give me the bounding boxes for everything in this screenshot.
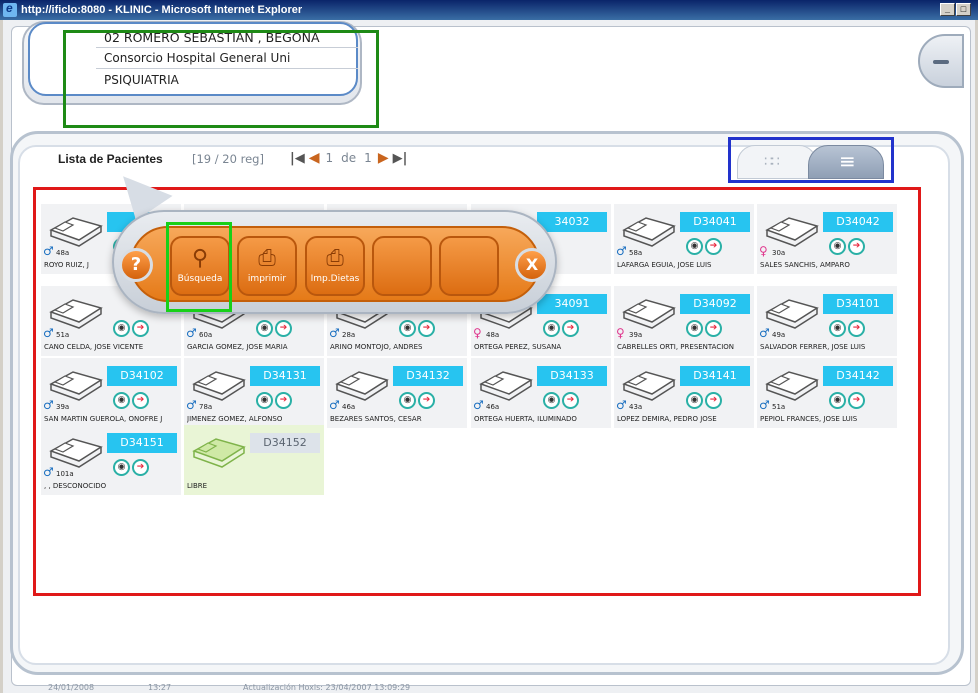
- first-page-icon[interactable]: |◀: [290, 151, 305, 166]
- status-footer: 24/01/2008 13:27 Actualización Hoxis: 23…: [0, 683, 978, 693]
- ie-icon: [3, 1, 17, 17]
- minimize-button[interactable]: _: [940, 3, 955, 16]
- footer-date: 24/01/2008: [48, 683, 95, 692]
- print-diets-button-label: Imp.Dietas: [310, 274, 360, 284]
- print-button-label: imprimir: [247, 274, 287, 284]
- next-page-icon[interactable]: ▶: [378, 150, 389, 166]
- record-count: [19 / 20 reg]: [192, 152, 264, 166]
- window-title: http://ificlo:8080 - KLINIC - Microsoft …: [21, 4, 303, 16]
- view-tabs-highlight-box: [728, 137, 894, 183]
- pager: |◀ ◀ 1 de 1 ▶ ▶|: [290, 148, 407, 168]
- close-popup-button[interactable]: X: [515, 248, 549, 282]
- search-highlight-box: [166, 222, 232, 312]
- prev-page-icon[interactable]: ◀: [309, 150, 320, 166]
- footer-time: 13:27: [148, 683, 172, 692]
- page-of: de: [341, 151, 357, 165]
- klinic-app: http://ificlo:8080 - KLINIC - Microsoft …: [0, 0, 978, 693]
- collapse-button[interactable]: [918, 34, 964, 88]
- page-current: 1: [325, 151, 334, 165]
- empty-action-button[interactable]: [439, 236, 499, 296]
- help-button[interactable]: ?: [119, 248, 153, 282]
- print-diets-button[interactable]: ⎙ Imp.Dietas: [305, 236, 365, 296]
- printer-icon: ⎙: [326, 246, 344, 271]
- print-button[interactable]: ⎙ imprimir: [237, 236, 297, 296]
- page-total: 1: [364, 151, 372, 165]
- printer-icon: ⎙: [258, 246, 276, 271]
- empty-action-button[interactable]: [372, 236, 432, 296]
- patient-highlight-box: [63, 30, 379, 128]
- window-titlebar: http://ificlo:8080 - KLINIC - Microsoft …: [0, 0, 978, 20]
- maximize-button[interactable]: □: [956, 3, 971, 16]
- last-page-icon[interactable]: ▶|: [393, 151, 408, 166]
- footer-updated: Actualización Hoxis: 23/04/2007 13:09:29: [243, 683, 411, 692]
